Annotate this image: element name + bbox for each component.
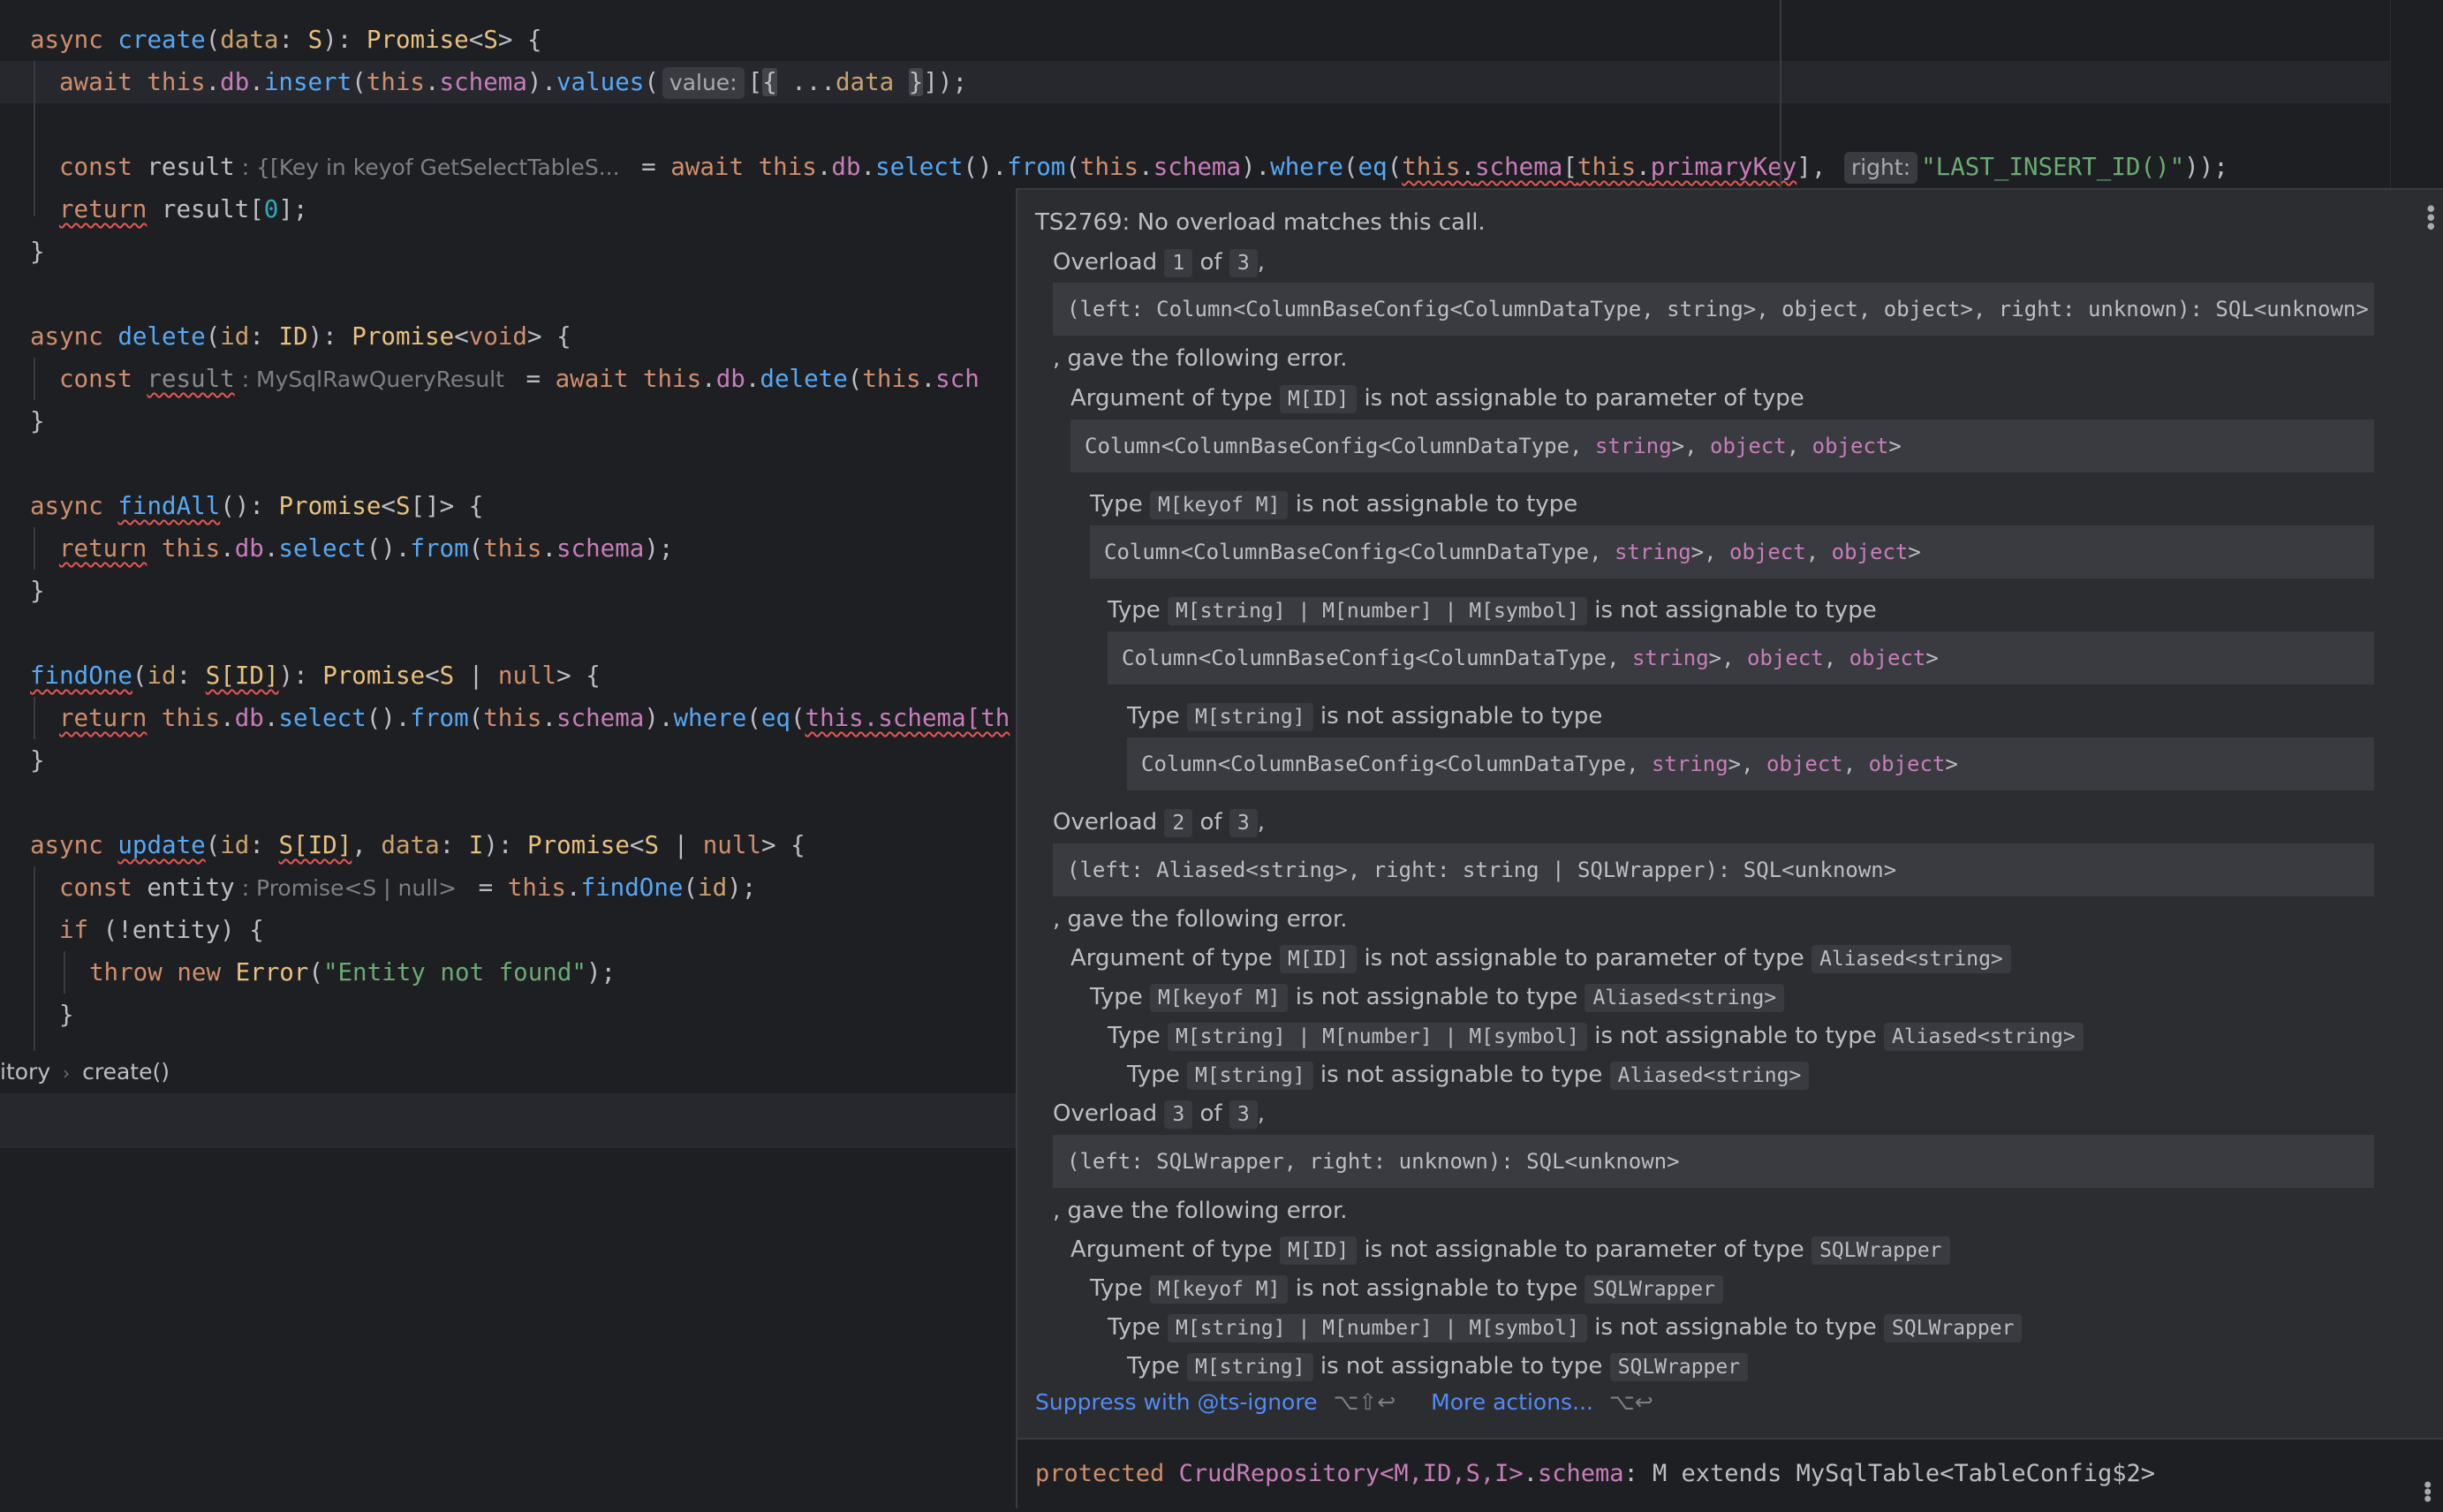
suppress-ts-ignore-link[interactable]: Suppress with @ts-ignore [1035, 1389, 1317, 1415]
code-line: async create(data: S): Promise<S> { [30, 26, 542, 54]
indent-guide [64, 951, 65, 994]
shortcut-hint: ⌥⇧↩ [1333, 1389, 1396, 1415]
error-line: Type M[string] | M[number] | M[symbol] i… [1108, 1310, 2023, 1346]
error-line: Argument of type M[ID] is not assignable… [1070, 385, 1804, 413]
type-hint: : Promise<S | null> [241, 875, 458, 901]
error-intro: , gave the following error. [1053, 345, 1348, 372]
error-line: Type M[string] is not assignable to type [1127, 703, 1603, 731]
indent-guide [34, 697, 35, 739]
type-box: Column<ColumnBaseConfig<ColumnDataType, … [1108, 631, 2374, 684]
shortcut-hint: ⌥↩ [1608, 1389, 1653, 1415]
type-hint: : {[Key in keyof GetSelectTableS... [241, 155, 620, 180]
type-box: Column<ColumnBaseConfig<ColumnDataType, … [1127, 737, 2374, 790]
type-box: Column<ColumnBaseConfig<ColumnDataType, … [1070, 420, 2374, 472]
error-line: Type M[string] | M[number] | M[symbol] i… [1108, 597, 1877, 625]
error-line: Argument of type M[ID] is not assignable… [1070, 941, 2011, 977]
breadcrumb: itory › create() [0, 1051, 1016, 1093]
overload-header: Overload 3 of 3, [1053, 1100, 1265, 1129]
error-line: Type M[string] | M[number] | M[symbol] i… [1108, 1018, 2084, 1055]
error-intro: , gave the following error. [1053, 906, 1348, 933]
indent-guide [34, 527, 35, 570]
indent-guide [34, 866, 35, 1051]
overload-header: Overload 2 of 3, [1053, 809, 1265, 837]
overload-signature: (left: Column<ColumnBaseConfig<ColumnDat… [1053, 283, 2374, 336]
error-line: Type M[keyof M] is not assignable to typ… [1090, 491, 1578, 519]
error-line: Type M[string] is not assignable to type… [1127, 1349, 1749, 1385]
code-line: const result: {[Key in keyof GetSelectTa… [0, 146, 2443, 188]
quick-actions: Suppress with @ts-ignore ⌥⇧↩ More actions.… [1035, 1385, 1689, 1420]
right-margin-guide [1780, 0, 1781, 203]
error-line: Type M[keyof M] is not assignable to typ… [1090, 1271, 1723, 1307]
more-actions-link[interactable]: More actions... [1431, 1389, 1593, 1415]
error-line: Type M[keyof M] is not assignable to typ… [1090, 979, 1785, 1016]
indent-guide [34, 358, 35, 400]
more-options-icon[interactable]: • • • [2422, 1475, 2434, 1510]
overload-header: Overload 1 of 3, [1053, 249, 1265, 277]
indent-guide [34, 61, 35, 216]
overload-signature: (left: SQLWrapper, right: unknown): SQL<… [1053, 1135, 2374, 1188]
editor-lower-band [0, 1093, 1016, 1148]
breadcrumb-item-method[interactable]: create() [82, 1059, 170, 1085]
error-title: TS2769: No overload matches this call. [1035, 209, 1486, 236]
type-hint: : MySqlRawQueryResult [241, 367, 504, 392]
parameter-hint: right: [1843, 152, 1918, 184]
more-options-icon[interactable]: • • • [2424, 199, 2438, 239]
breadcrumb-item-class[interactable]: itory [0, 1059, 50, 1085]
symbol-signature: protected CrudRepository<M,ID,S,I>.schem… [1017, 1438, 2443, 1510]
error-intro: , gave the following error. [1053, 1198, 1348, 1224]
type-box: Column<ColumnBaseConfig<ColumnDataType, … [1090, 525, 2374, 578]
parameter-hint: value: [662, 67, 745, 99]
error-line: Type M[string] is not assignable to type… [1127, 1057, 1810, 1093]
chevron-right-icon: › [63, 1062, 71, 1084]
overload-signature: (left: Aliased<string>, right: string | … [1053, 843, 2374, 896]
error-line: Argument of type M[ID] is not assignable… [1070, 1232, 1950, 1268]
error-tooltip-popup[interactable]: • • • TS2769: No overload matches this cal… [1016, 188, 2443, 1510]
code-line-current: await this.db.insert(this.schema).values… [0, 61, 2443, 103]
